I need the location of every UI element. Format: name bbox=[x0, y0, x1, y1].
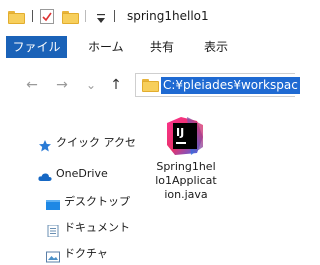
folder-icon bbox=[142, 79, 159, 92]
cloud-icon bbox=[38, 168, 52, 181]
separator bbox=[32, 10, 33, 22]
pictures-icon bbox=[46, 248, 60, 263]
address-bar[interactable]: C:¥pleiades¥workspac bbox=[135, 73, 300, 97]
file-item[interactable]: IJ Spring1hello1Application.java bbox=[155, 113, 217, 233]
sidebar-item-label: クイック アクセ bbox=[56, 136, 136, 149]
sidebar-item-label: ドキュメント bbox=[64, 221, 130, 234]
tab-home[interactable]: ホーム bbox=[88, 36, 124, 58]
file-name[interactable]: Spring1hello1Application.java bbox=[155, 160, 217, 202]
sidebar-item-label: ドクチャ bbox=[64, 247, 108, 260]
star-icon bbox=[38, 137, 52, 152]
up-button[interactable]: ↑ bbox=[106, 75, 126, 95]
forward-button[interactable]: → bbox=[52, 75, 72, 95]
address-text[interactable]: C:¥pleiades¥workspac bbox=[161, 77, 300, 94]
tab-view[interactable]: 表示 bbox=[204, 36, 228, 58]
ribbon-tabs: ファイル ホーム 共有 表示 bbox=[0, 34, 291, 60]
intellij-idea-icon: IJ bbox=[167, 117, 203, 155]
desktop-folder-icon bbox=[46, 196, 60, 210]
new-folder-icon[interactable] bbox=[62, 11, 79, 24]
properties-icon[interactable] bbox=[40, 9, 54, 24]
navigation-pane: クイック アクセ OneDrive デスクトップ ドキュメント ドクチャ bbox=[0, 110, 150, 265]
tab-file[interactable]: ファイル bbox=[6, 36, 67, 58]
customize-toolbar-icon[interactable] bbox=[96, 10, 106, 23]
separator bbox=[114, 10, 115, 22]
sidebar-item-label: デスクトップ bbox=[64, 195, 130, 208]
document-icon bbox=[46, 222, 60, 238]
navigation-bar: ← → ⌄ ↑ C:¥pleiades¥workspac bbox=[0, 70, 300, 100]
tab-share[interactable]: 共有 bbox=[150, 36, 174, 58]
window-title: spring1hello1 bbox=[127, 9, 209, 23]
folder-icon bbox=[8, 11, 25, 24]
recent-locations-button[interactable]: ⌄ bbox=[82, 75, 100, 95]
back-button[interactable]: ← bbox=[22, 75, 42, 95]
title-bar: spring1hello1 bbox=[0, 0, 291, 30]
separator bbox=[85, 10, 86, 22]
sidebar-item-label: OneDrive bbox=[56, 167, 108, 180]
svg-text:IJ: IJ bbox=[176, 126, 184, 139]
